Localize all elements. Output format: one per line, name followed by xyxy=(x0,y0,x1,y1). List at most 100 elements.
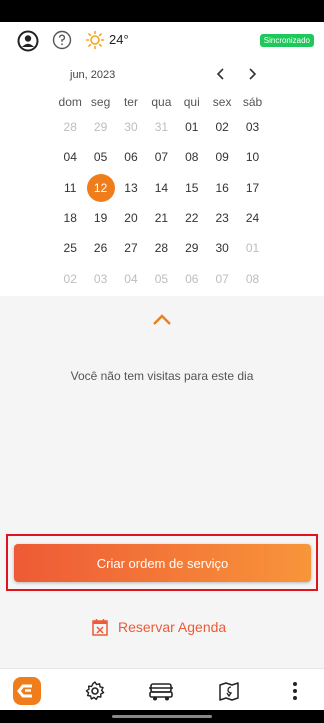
calendar-day[interactable]: 01 xyxy=(177,112,207,142)
calendar-day-number: 31 xyxy=(154,120,169,135)
chevron-up-icon[interactable] xyxy=(152,313,172,332)
calendar-day[interactable]: 16 xyxy=(207,173,237,203)
app-logo-icon[interactable] xyxy=(13,677,41,705)
create-service-order-button[interactable]: Criar ordem de serviço xyxy=(14,544,311,582)
calendar-day[interactable]: 05 xyxy=(85,142,115,172)
calendar-day[interactable]: 29 xyxy=(85,112,115,142)
calendar-day[interactable]: 07 xyxy=(207,263,237,293)
sync-status-badge: Sincronizado xyxy=(259,34,314,47)
calendar-day-number: 28 xyxy=(63,120,77,135)
calendar-day-number: 26 xyxy=(93,241,108,256)
calendar-day[interactable]: 02 xyxy=(55,263,85,293)
calendar-day[interactable]: 23 xyxy=(207,203,237,233)
calendar-day[interactable]: 03 xyxy=(237,112,267,142)
calendar-day-number: 05 xyxy=(154,271,169,286)
calendar-day-number: 07 xyxy=(154,150,169,165)
calendar-day[interactable]: 28 xyxy=(146,233,176,263)
calendar-day-number: 11 xyxy=(63,180,77,195)
calendar-day[interactable]: 30 xyxy=(116,112,146,142)
calendar-day[interactable]: 07 xyxy=(146,142,176,172)
calendar-day[interactable]: 25 xyxy=(55,233,85,263)
system-home-bar xyxy=(0,710,324,723)
next-month-icon[interactable] xyxy=(244,66,260,82)
calendar-day-number: 04 xyxy=(124,271,138,286)
calendar-day-number: 20 xyxy=(124,211,138,226)
calendar-day[interactable]: 20 xyxy=(116,203,146,233)
calendar-day[interactable]: 04 xyxy=(55,142,85,172)
calendar: jun, 2023 dom seg ter qua qui sex sáb 28… xyxy=(0,60,324,296)
calendar-day-selected[interactable]: 12 xyxy=(85,173,115,203)
weekday-label: qua xyxy=(151,95,172,109)
calendar-day[interactable]: 18 xyxy=(55,203,85,233)
calendar-day[interactable]: 27 xyxy=(116,233,146,263)
calendar-day-number: 25 xyxy=(63,241,77,256)
more-vertical-icon[interactable] xyxy=(281,677,309,705)
calendar-day-number: 19 xyxy=(93,211,108,226)
calendar-day-number: 15 xyxy=(185,180,199,195)
calendar-day[interactable]: 28 xyxy=(55,112,85,142)
calendar-day-number: 21 xyxy=(154,211,169,226)
calendar-day-number: 13 xyxy=(124,180,138,195)
reserve-schedule-link[interactable]: Reservar Agenda xyxy=(92,617,226,637)
calendar-day-number: 27 xyxy=(124,241,138,256)
calendar-day-number: 28 xyxy=(154,241,169,256)
help-circle-icon[interactable] xyxy=(52,30,72,55)
user-circle-icon[interactable] xyxy=(17,30,39,57)
calendar-day-number: 10 xyxy=(245,150,260,165)
top-header: 24° Sincronizado xyxy=(0,22,324,60)
month-label: jun, 2023 xyxy=(70,69,116,81)
weekday-header: dom seg ter qua qui sex sáb xyxy=(55,95,268,109)
calendar-day[interactable]: 19 xyxy=(85,203,115,233)
calendar-day[interactable]: 05 xyxy=(146,263,176,293)
calendar-day-number: 17 xyxy=(245,180,260,195)
calendar-day[interactable]: 04 xyxy=(116,263,146,293)
calendar-day-number: 29 xyxy=(185,241,199,256)
calendar-day[interactable]: 11 xyxy=(55,173,85,203)
previous-month-icon[interactable] xyxy=(213,66,229,82)
calendar-day[interactable]: 26 xyxy=(85,233,115,263)
map-pin-icon[interactable] xyxy=(215,677,243,705)
vehicle-icon[interactable] xyxy=(147,677,175,705)
calendar-day-number: 14 xyxy=(154,180,169,195)
calendar-day[interactable]: 09 xyxy=(207,142,237,172)
status-bar xyxy=(0,0,324,22)
calendar-day-number: 08 xyxy=(185,150,199,165)
calendar-day[interactable]: 31 xyxy=(146,112,176,142)
calendar-day-number: 23 xyxy=(215,211,229,226)
calendar-day[interactable]: 30 xyxy=(207,233,237,263)
calendar-day[interactable]: 17 xyxy=(237,173,267,203)
calendar-day[interactable]: 01 xyxy=(237,233,267,263)
calendar-day-number: 24 xyxy=(245,211,260,226)
calendar-day[interactable]: 06 xyxy=(116,142,146,172)
settings-gear-icon[interactable] xyxy=(81,677,109,705)
calendar-day[interactable]: 21 xyxy=(146,203,176,233)
reserve-schedule-label: Reservar Agenda xyxy=(118,619,227,635)
calendar-day[interactable]: 15 xyxy=(177,173,207,203)
calendar-day[interactable]: 08 xyxy=(177,142,207,172)
calendar-day-number: 06 xyxy=(185,271,199,286)
calendar-day[interactable]: 06 xyxy=(177,263,207,293)
calendar-day[interactable]: 22 xyxy=(177,203,207,233)
weekday-label: qui xyxy=(183,95,200,109)
calendar-day[interactable]: 10 xyxy=(237,142,267,172)
calendar-day[interactable]: 03 xyxy=(85,263,115,293)
calendar-day[interactable]: 29 xyxy=(177,233,207,263)
calendar-day-number: 16 xyxy=(215,180,229,195)
calendar-day[interactable]: 02 xyxy=(207,112,237,142)
calendar-day-number: 30 xyxy=(124,120,138,135)
calendar-day[interactable]: 24 xyxy=(237,203,267,233)
sun-icon xyxy=(85,30,105,55)
calendar-day-number: 18 xyxy=(63,211,77,226)
calendar-day[interactable]: 13 xyxy=(116,173,146,203)
weekday-label: dom xyxy=(58,95,82,109)
calendar-days-grid: 28 29 30 31 01 02 03 04 05 06 07 08 09 10 11 12 13 14 15 16… xyxy=(55,112,268,294)
calendar-day-number: 02 xyxy=(215,120,229,135)
highlight-box: Criar ordem de serviço xyxy=(6,534,318,591)
home-indicator[interactable] xyxy=(112,715,212,718)
calendar-day-number: 05 xyxy=(93,150,108,165)
calendar-day[interactable]: 08 xyxy=(237,263,267,293)
calendar-day-number: 02 xyxy=(63,271,77,286)
weekday-label: seg xyxy=(90,95,111,109)
calendar-day[interactable]: 14 xyxy=(146,173,176,203)
bottom-navigation xyxy=(0,668,324,710)
